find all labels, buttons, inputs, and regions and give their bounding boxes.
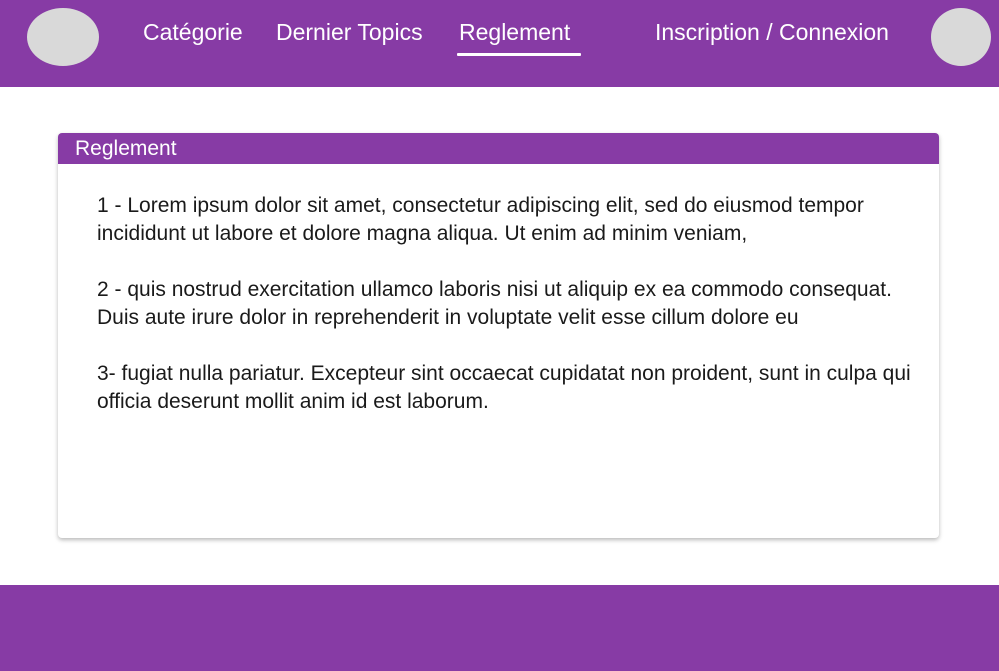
rules-card-header: Reglement	[58, 133, 939, 164]
rule-item: 3- fugiat nulla pariatur. Excepteur sint…	[97, 362, 911, 413]
top-nav-bar: Catégorie Dernier Topics Reglement Inscr…	[0, 0, 999, 87]
rule-item: 2 - quis nostrud exercitation ullamco la…	[97, 278, 892, 329]
rules-card-title: Reglement	[75, 137, 177, 160]
nav-link-inscription-connexion[interactable]: Inscription / Connexion	[655, 17, 889, 47]
footer-bar	[0, 585, 999, 671]
nav-link-reglement[interactable]: Reglement	[459, 17, 570, 47]
nav-link-dernier-topics[interactable]: Dernier Topics	[276, 17, 423, 47]
rule-item: 1 - Lorem ipsum dolor sit amet, consecte…	[97, 194, 864, 245]
rules-list: 1 - Lorem ipsum dolor sit amet, consecte…	[97, 192, 917, 444]
nav-link-categorie[interactable]: Catégorie	[143, 17, 243, 47]
rules-card: Reglement 1 - Lorem ipsum dolor sit amet…	[58, 133, 939, 538]
active-nav-indicator	[457, 53, 581, 56]
avatar[interactable]	[931, 8, 991, 66]
logo-placeholder[interactable]	[27, 8, 99, 66]
